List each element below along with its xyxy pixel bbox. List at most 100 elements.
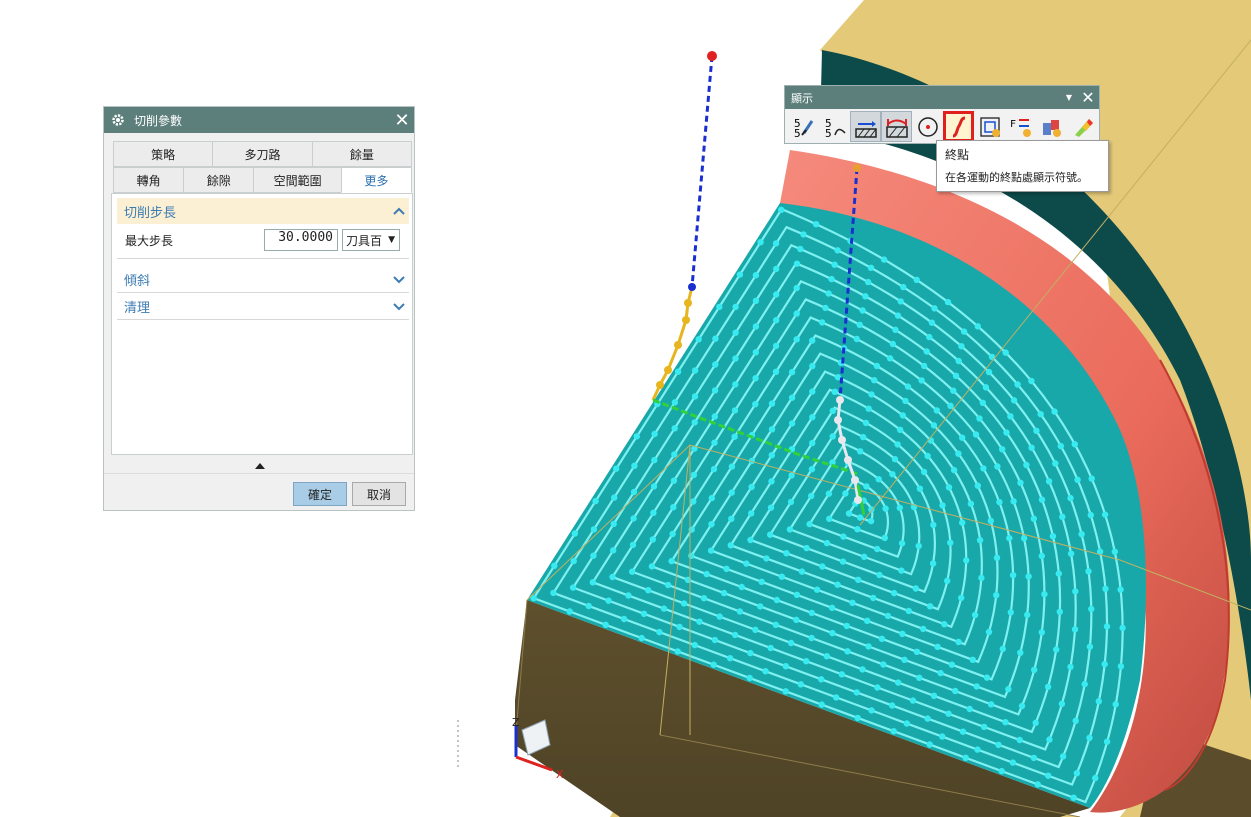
tab-clearances[interactable]: 餘隙 bbox=[183, 167, 255, 193]
toolbar-icons: 55 55 F bbox=[788, 111, 1098, 142]
toolpath-point bbox=[728, 489, 735, 496]
end-point-icon[interactable] bbox=[943, 111, 974, 142]
toolpath-point bbox=[1067, 663, 1074, 671]
tab-row-2: 轉角 餘隙 空間範圍 更多 bbox=[113, 167, 412, 193]
cutting-parameters-dialog: 切削參數 ✕ 策略 多刀路 餘量 轉角 餘隙 空間範圍 更多 切削步長 最大步長… bbox=[103, 106, 415, 511]
toolpath-point bbox=[899, 630, 906, 637]
toolpath-point bbox=[613, 465, 620, 472]
cut-region-icon[interactable] bbox=[881, 111, 912, 142]
toolpath-point bbox=[894, 441, 901, 448]
tab-containment[interactable]: 空間範圍 bbox=[253, 167, 342, 193]
toolpath-point bbox=[757, 239, 764, 246]
toolpath-point bbox=[590, 552, 597, 559]
toolpath-point bbox=[958, 343, 965, 350]
section-cut-step[interactable]: 切削步長 bbox=[117, 198, 409, 224]
close-icon[interactable]: ✕ bbox=[390, 108, 414, 132]
toolpath-point bbox=[958, 594, 965, 602]
toolpath-point bbox=[857, 448, 864, 455]
section-cleanup[interactable]: 清理 bbox=[117, 294, 409, 320]
toolpath-point bbox=[691, 641, 698, 649]
toolpath-point bbox=[952, 372, 960, 379]
toolpath-point bbox=[688, 552, 695, 559]
toolpath-point bbox=[916, 485, 924, 492]
toolpath-point bbox=[1071, 441, 1079, 448]
toolpath-point bbox=[691, 419, 698, 426]
toolpath-point bbox=[645, 587, 652, 594]
toolpath-point bbox=[1059, 513, 1066, 520]
cut-level-icon[interactable] bbox=[850, 111, 881, 142]
toolpath-point bbox=[732, 381, 739, 388]
toolpath-point bbox=[1053, 646, 1060, 653]
svg-text:F: F bbox=[1010, 119, 1016, 130]
collapse-arrow-icon[interactable] bbox=[254, 461, 266, 471]
toolpath-point bbox=[974, 746, 981, 753]
feed-display-icon[interactable]: F bbox=[1005, 111, 1036, 142]
tab-multiple-passes[interactable]: 多刀路 bbox=[212, 141, 313, 167]
toolpath-point bbox=[831, 388, 838, 395]
toolpath-point bbox=[772, 368, 780, 375]
toolpath-point bbox=[752, 297, 760, 304]
chevron-up-icon[interactable] bbox=[389, 207, 409, 215]
toolpath-point bbox=[934, 643, 941, 650]
toolpath-point bbox=[959, 728, 967, 735]
toolpath-point bbox=[865, 278, 872, 286]
tab-corners[interactable]: 轉角 bbox=[113, 167, 185, 193]
section-tilt[interactable]: 傾斜 bbox=[117, 267, 409, 293]
toolpath-point bbox=[945, 484, 953, 491]
toolpath-point bbox=[1023, 611, 1031, 619]
toolpath-point bbox=[1049, 533, 1057, 540]
max-step-input[interactable]: 30.0000 bbox=[264, 229, 338, 251]
tool-axis-icon[interactable] bbox=[974, 111, 1005, 142]
toolpath-point bbox=[890, 728, 897, 735]
toolbar-title-bar[interactable]: 顯示 ▼ ✕ bbox=[785, 86, 1099, 109]
toolpath-point bbox=[1007, 609, 1014, 616]
toolpath-point bbox=[768, 426, 776, 433]
ok-button[interactable]: 確定 bbox=[293, 482, 347, 506]
toolpath-point bbox=[671, 451, 678, 458]
toolpath-point bbox=[1074, 476, 1081, 483]
toolpath-point bbox=[823, 539, 831, 547]
toolpath-point bbox=[818, 701, 825, 708]
toolpath-point bbox=[716, 303, 723, 311]
toolpath-point bbox=[674, 368, 682, 375]
toolpath-point bbox=[874, 684, 881, 691]
tab-more[interactable]: 更多 bbox=[340, 167, 412, 193]
toolpath-point bbox=[650, 483, 658, 490]
toolpath-point bbox=[590, 526, 598, 533]
dialog-title-bar[interactable]: 切削參數 ✕ bbox=[104, 107, 414, 133]
color-display-icon[interactable] bbox=[1036, 111, 1067, 142]
toolpath-point bbox=[947, 539, 954, 546]
tab-stock[interactable]: 餘量 bbox=[311, 141, 412, 167]
toolpath-point bbox=[772, 342, 780, 350]
path-display-icon[interactable]: 55 bbox=[819, 111, 850, 142]
tool-display-icon[interactable]: 55 bbox=[788, 111, 819, 142]
toolpath-point bbox=[585, 602, 592, 610]
tab-strategy[interactable]: 策略 bbox=[113, 141, 214, 167]
cancel-button[interactable]: 取消 bbox=[352, 482, 406, 506]
start-point-icon[interactable] bbox=[912, 111, 943, 142]
chevron-down-icon[interactable] bbox=[389, 302, 409, 311]
toolbar-menu-icon[interactable]: ▼ bbox=[1061, 93, 1077, 102]
toolpath-point bbox=[767, 504, 775, 511]
toolpath-point bbox=[1067, 494, 1074, 502]
triad-x-label: X bbox=[556, 768, 564, 781]
toolpath-point bbox=[871, 377, 878, 384]
toolpath-point bbox=[1081, 680, 1088, 688]
toolpath-point bbox=[853, 689, 860, 696]
toolpath-point bbox=[772, 621, 779, 628]
toolpath-point bbox=[897, 298, 904, 305]
toolpath-point bbox=[904, 383, 912, 390]
toolpath-point bbox=[1028, 377, 1035, 385]
toolpath-point bbox=[971, 611, 979, 619]
gradient-display-icon[interactable] bbox=[1067, 111, 1098, 142]
chevron-down-icon[interactable] bbox=[389, 275, 409, 284]
toolpath-point bbox=[723, 565, 730, 572]
close-icon[interactable]: ✕ bbox=[1077, 88, 1099, 107]
toolpath-point bbox=[1087, 511, 1095, 519]
toolpath-point bbox=[823, 653, 830, 660]
toolpath-point bbox=[773, 265, 780, 273]
max-step-unit-select[interactable]: 刀具百 ▼ bbox=[342, 229, 400, 251]
toolpath-point bbox=[920, 468, 928, 476]
toolpath-point bbox=[855, 576, 862, 583]
toolpath-point bbox=[638, 634, 645, 642]
